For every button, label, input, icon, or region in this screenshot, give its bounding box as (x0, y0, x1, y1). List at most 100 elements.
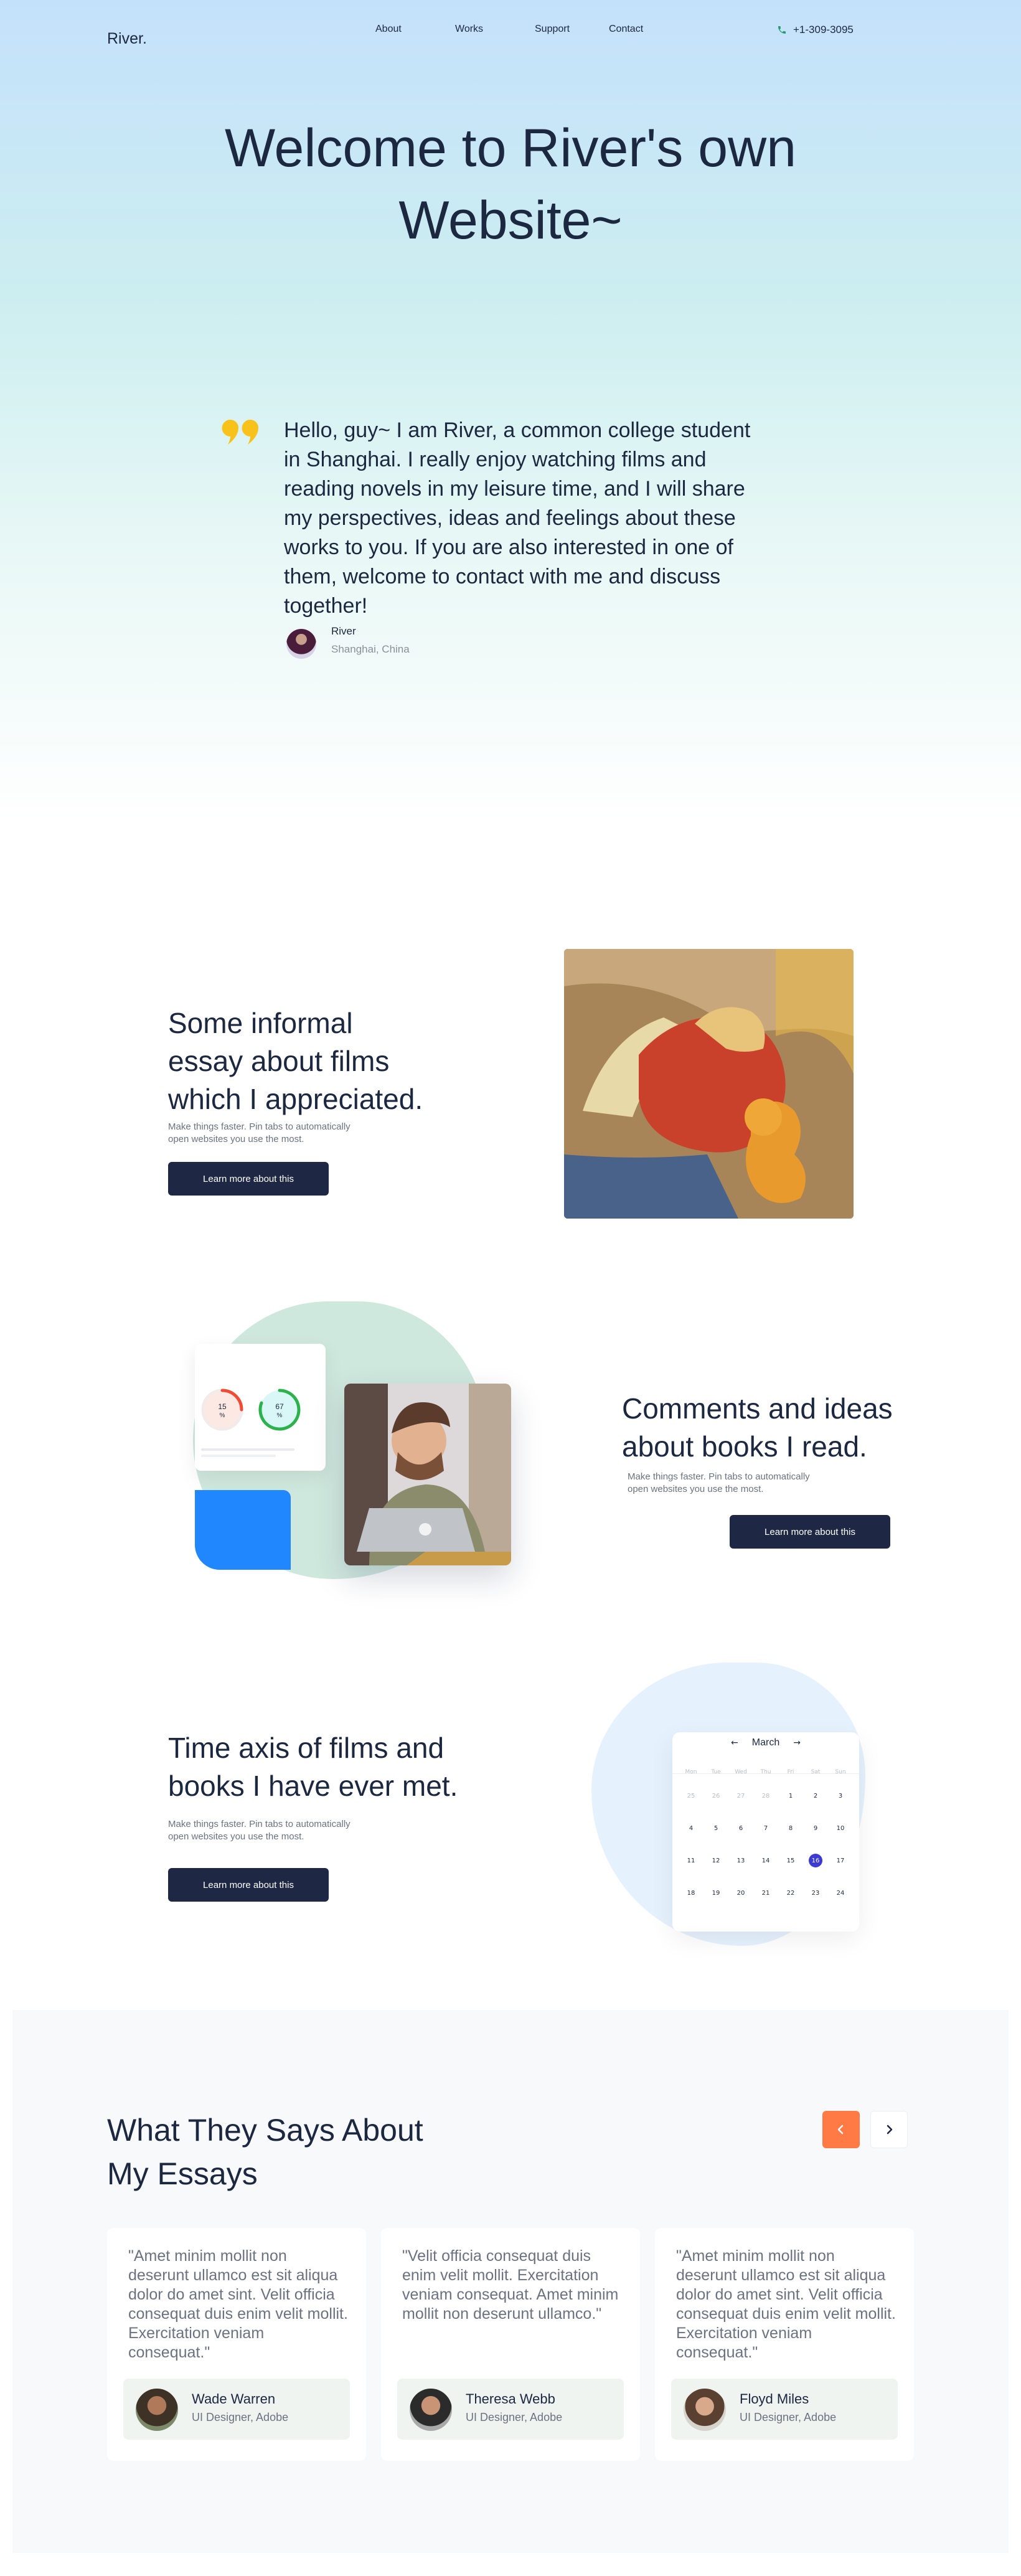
nav-about[interactable]: About (375, 24, 402, 35)
learn-more-button[interactable]: Learn more about this (168, 1162, 329, 1196)
reader-photo (344, 1384, 511, 1565)
calendar-day[interactable]: 18 (679, 1877, 703, 1909)
progress-value: 67 (275, 1402, 284, 1411)
arrow-right-icon[interactable]: → (793, 1738, 801, 1748)
progress-card: 15 % 67 % (195, 1344, 326, 1471)
calendar-day[interactable]: 25 (679, 1780, 703, 1812)
chevron-left-icon (837, 2125, 844, 2135)
feature-description-line: open websites you use the most. (628, 1484, 764, 1494)
testimonial-card: "Velit officia consequat duis enim velit… (381, 2228, 640, 2461)
page-title-line: Welcome to River's own (224, 118, 797, 178)
calendar-day[interactable]: 14 (753, 1844, 778, 1877)
calendar-day[interactable]: 15 (778, 1844, 803, 1877)
calendar-day[interactable]: 1 (778, 1780, 803, 1812)
author-role: UI Designer, Adobe (192, 2411, 289, 2423)
calendar-day[interactable]: 21 (753, 1877, 778, 1909)
nav-works[interactable]: Works (455, 24, 483, 35)
calendar-day[interactable]: 19 (703, 1877, 728, 1909)
calendar-day[interactable]: 4 (679, 1812, 703, 1844)
page-title-line: Website~ (398, 191, 623, 250)
testimonial-card: "Amet minim mollit non deserunt ullamco … (107, 2228, 366, 2461)
film-photo-illustration (564, 949, 854, 1219)
chevron-right-icon (887, 2125, 893, 2135)
feature-description-line: Make things faster. Pin tabs to automati… (628, 1471, 810, 1482)
testimonial-author: Floyd Miles UI Designer, Adobe (671, 2379, 898, 2440)
author-role: UI Designer, Adobe (466, 2411, 563, 2423)
decorative-block (195, 1490, 291, 1570)
calendar-day[interactable]: 24 (828, 1877, 853, 1909)
feature-title: Time axis of films and books I have ever… (168, 1729, 458, 1805)
placeholder-line (201, 1455, 276, 1457)
learn-more-button[interactable]: Learn more about this (730, 1515, 890, 1549)
feature-title-line: about books I read. (622, 1430, 867, 1463)
phone-number: +1-309-3095 (793, 24, 854, 35)
film-photo (564, 949, 854, 1219)
calendar-day[interactable]: 17 (828, 1844, 853, 1877)
testimonial-author: Theresa Webb UI Designer, Adobe (397, 2379, 624, 2440)
calendar-day[interactable]: 13 (728, 1844, 753, 1877)
calendar-weekday: Wed (735, 1769, 747, 1775)
calendar-day[interactable]: 26 (703, 1780, 728, 1812)
calendar-day[interactable]: 16 (803, 1844, 828, 1877)
page-title: Welcome to River's own Website~ (0, 112, 1021, 257)
calendar-day[interactable]: 11 (679, 1844, 703, 1877)
prev-button[interactable] (822, 2111, 860, 2148)
progress-value: 15 (218, 1402, 227, 1411)
calendar-day[interactable]: 22 (778, 1877, 803, 1909)
calendar-day[interactable]: 3 (828, 1780, 853, 1812)
calendar-day[interactable]: 28 (753, 1780, 778, 1812)
calendar-day[interactable]: 10 (828, 1812, 853, 1844)
testimonials-title: What They Says About My Essays (107, 2108, 423, 2196)
feature-title-line: Comments and ideas (622, 1392, 893, 1425)
calendar-day[interactable]: 27 (728, 1780, 753, 1812)
feature-description-line: Make things faster. Pin tabs to automati… (168, 1819, 351, 1829)
author-name: Wade Warren (192, 2391, 276, 2407)
calendar-day[interactable]: 5 (703, 1812, 728, 1844)
quote-icon (222, 420, 258, 445)
calendar-weekday: Sat (811, 1769, 821, 1775)
calendar-day[interactable]: 9 (803, 1812, 828, 1844)
learn-more-button[interactable]: Learn more about this (168, 1868, 329, 1902)
author-name: Floyd Miles (740, 2391, 809, 2407)
next-button[interactable] (870, 2111, 908, 2148)
author-location: Shanghai, China (331, 643, 410, 655)
author-name: River (331, 625, 356, 637)
calendar-day[interactable]: 2 (803, 1780, 828, 1812)
feature-title: Some informal essay about films which I … (168, 1004, 423, 1118)
feature-description-line: open websites you use the most. (168, 1134, 304, 1144)
feature-description: Make things faster. Pin tabs to automati… (168, 1818, 351, 1843)
testimonials-title-line: My Essays (107, 2156, 258, 2191)
calendar-weekday: Thu (760, 1769, 771, 1775)
calendar-day[interactable]: 12 (703, 1844, 728, 1877)
avatar (410, 2389, 452, 2431)
author-avatar (286, 629, 316, 659)
calendar-weekday: Tue (711, 1769, 721, 1775)
calendar-day[interactable]: 8 (778, 1812, 803, 1844)
arrow-left-icon[interactable]: ← (731, 1738, 738, 1748)
feature-title-line: books I have ever met. (168, 1770, 458, 1802)
reader-photo-illustration (344, 1384, 511, 1565)
nav-contact[interactable]: Contact (609, 24, 643, 35)
testimonials-title-line: What They Says About (107, 2113, 423, 2148)
calendar-day[interactable]: 7 (753, 1812, 778, 1844)
calendar-widget: ← March → Mon Tue Wed Thu Fri Sat Sun 25 26 27 28 1… (672, 1732, 859, 1932)
testimonial-author: Wade Warren UI Designer, Adobe (123, 2379, 350, 2440)
avatar (684, 2389, 726, 2431)
feature-title-line: Time axis of films and (168, 1732, 445, 1764)
progress-unit: % (276, 1412, 283, 1419)
calendar-day[interactable]: 6 (728, 1812, 753, 1844)
calendar-day[interactable]: 20 (728, 1877, 753, 1909)
feature-title-line: Some informal (168, 1007, 353, 1039)
hero-quote: Hello, guy~ I am River, a common college… (284, 418, 751, 618)
author-role: UI Designer, Adobe (740, 2411, 837, 2423)
calendar-weekday: Sun (835, 1769, 846, 1775)
brand-logo[interactable]: River. (107, 30, 147, 48)
testimonial-quote: "Velit officia consequat duis enim velit… (402, 2247, 619, 2323)
nav-support[interactable]: Support (535, 24, 570, 35)
calendar-day[interactable]: 23 (803, 1877, 828, 1909)
calendar-month: March (751, 1737, 780, 1748)
phone-link[interactable]: +1-309-3095 (777, 24, 854, 36)
calendar-selected-day[interactable]: 16 (809, 1854, 822, 1867)
progress-unit: % (219, 1412, 225, 1419)
testimonial-quote: "Amet minim mollit non deserunt ullamco … (676, 2247, 896, 2361)
